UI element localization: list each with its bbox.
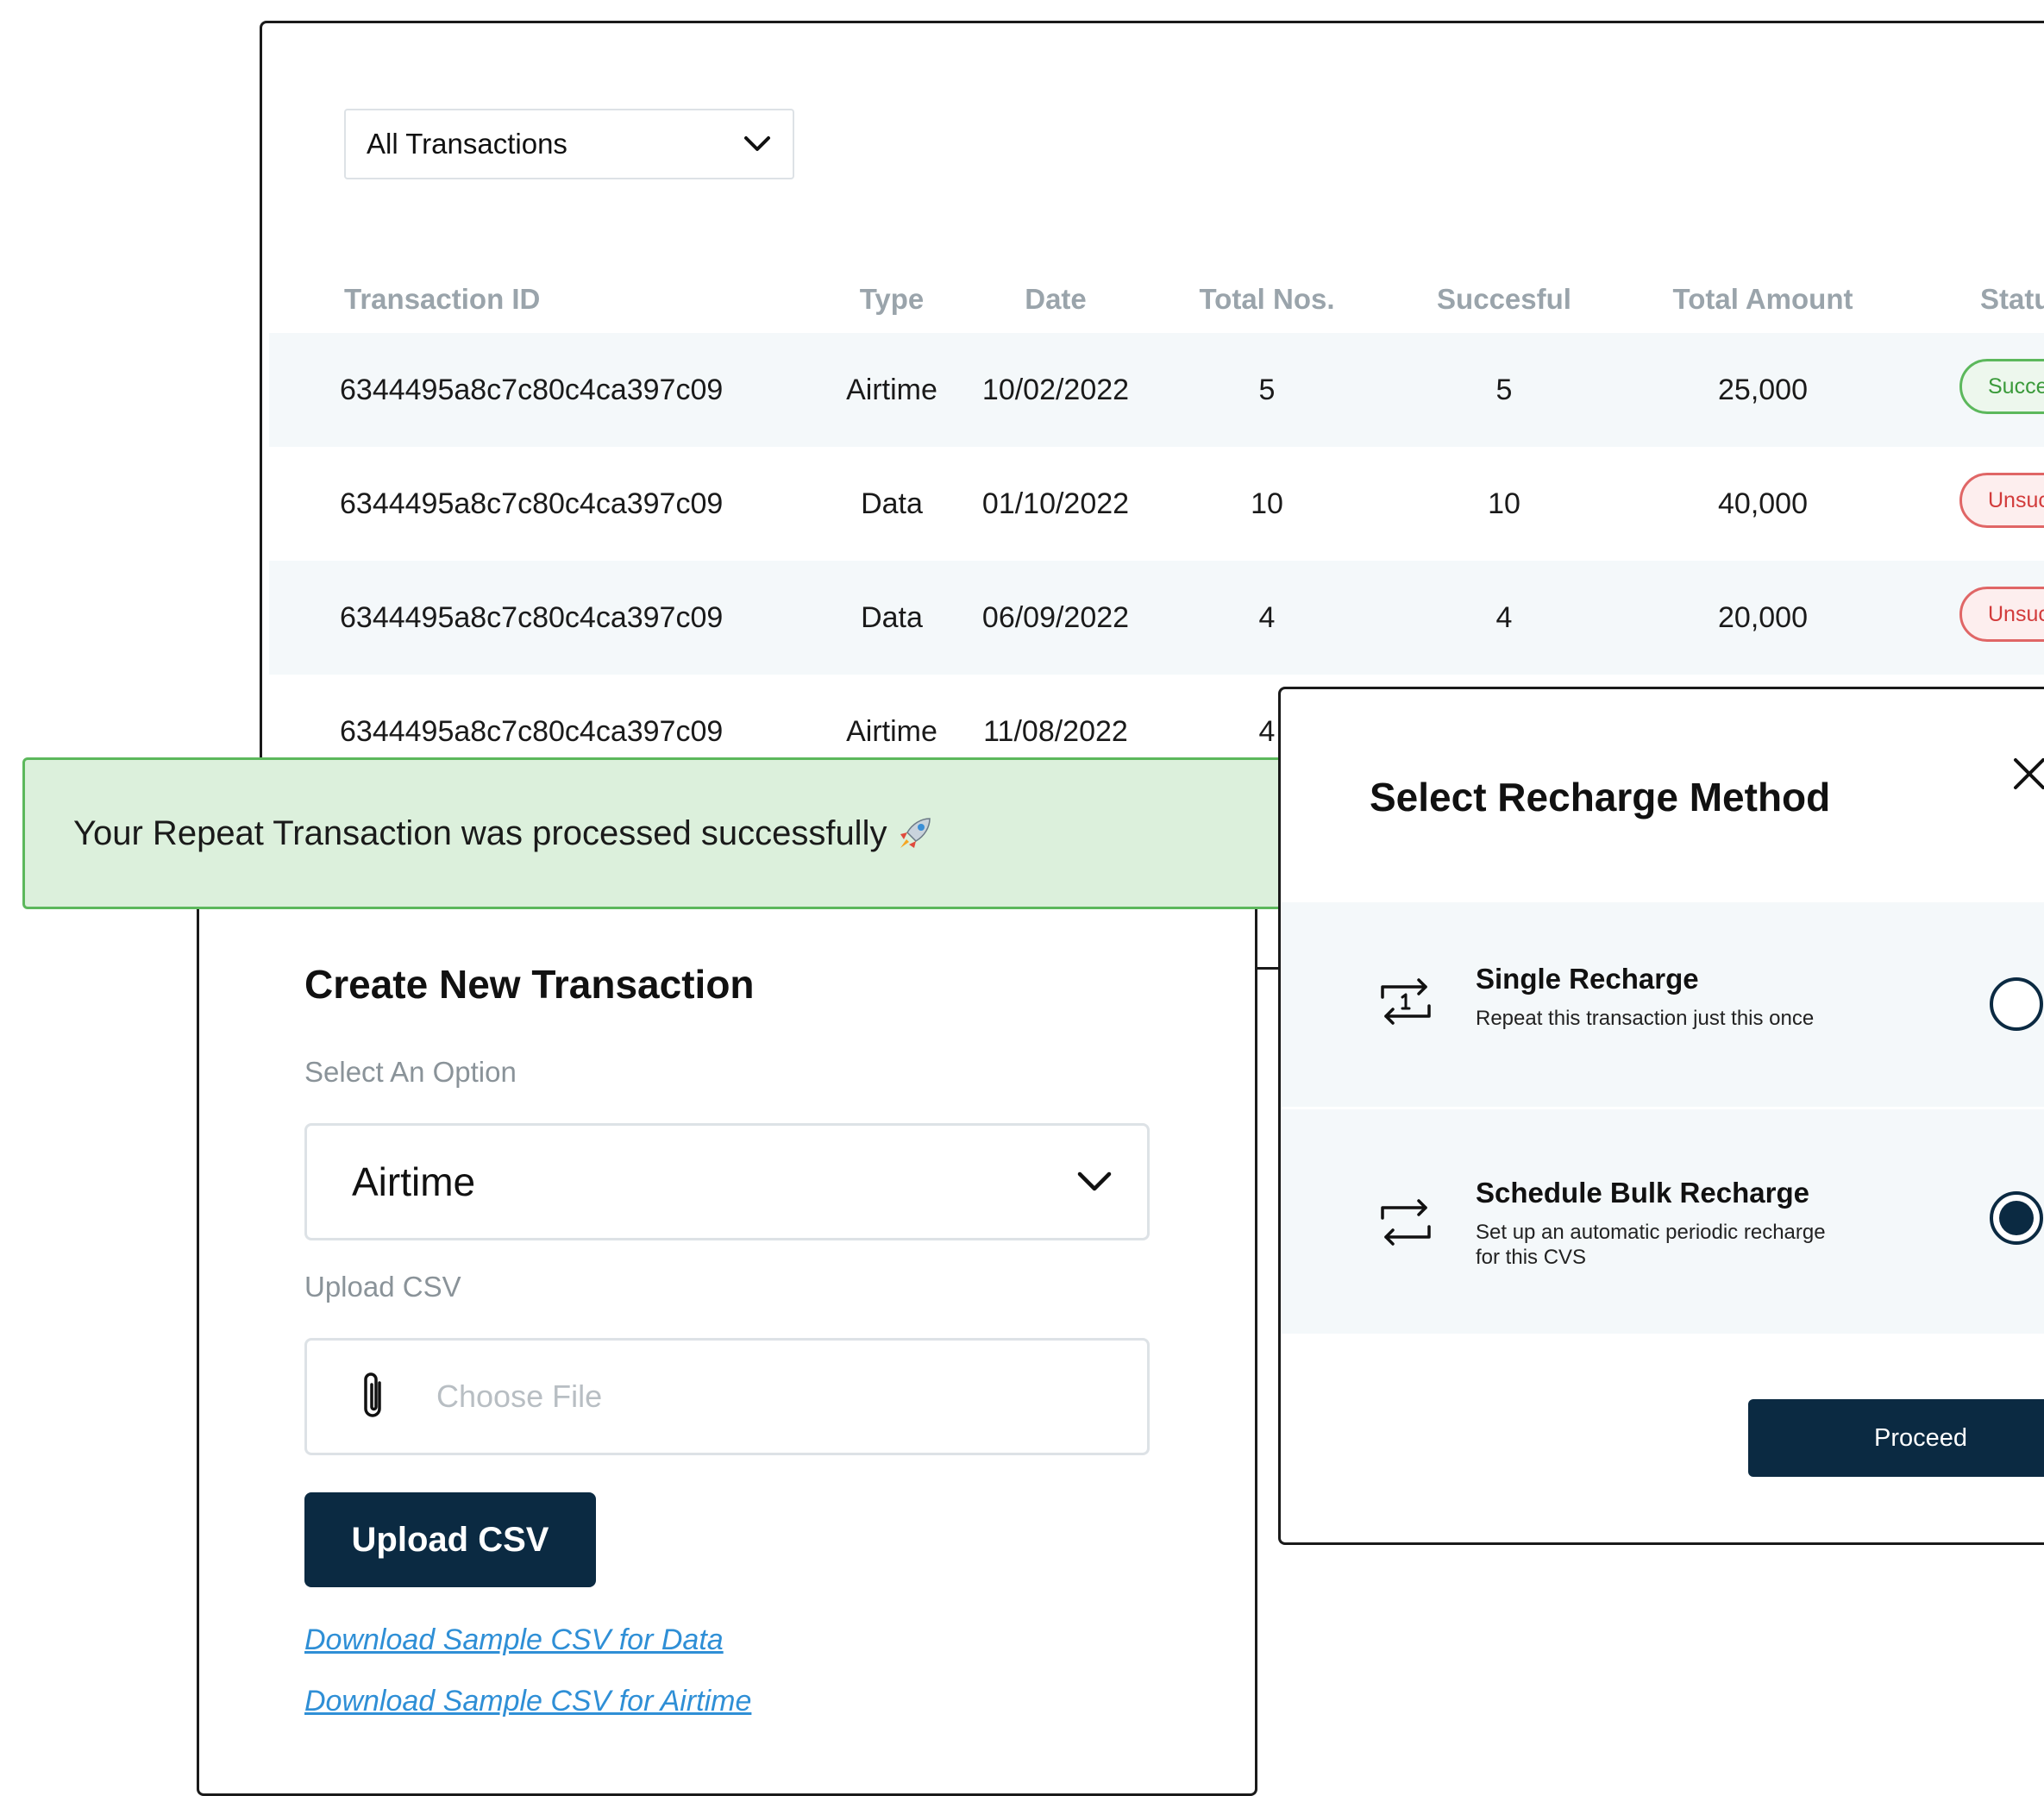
table-row[interactable]: 6344495a8c7c80c4ca397c09 Data 01/10/2022… bbox=[269, 447, 2044, 561]
bulk-recharge-description: Set up an automatic periodic recharge fo… bbox=[1476, 1220, 1890, 1270]
cell-total-nos: 10 bbox=[1251, 487, 1283, 520]
repeat-once-icon bbox=[1381, 978, 1431, 1025]
cell-transaction-id: 6344495a8c7c80c4ca397c09 bbox=[340, 600, 724, 634]
cell-total-nos: 4 bbox=[1258, 600, 1276, 634]
filter-selected-value: All Transactions bbox=[367, 128, 567, 160]
cell-successful: 4 bbox=[1495, 600, 1513, 634]
cell-successful: 5 bbox=[1495, 373, 1513, 406]
toast-message: Your Repeat Transaction was processed su… bbox=[73, 813, 887, 852]
chevron-down-icon bbox=[1077, 1171, 1112, 1191]
single-recharge-radio[interactable] bbox=[1990, 977, 2043, 1031]
cell-date: 10/02/2022 bbox=[981, 373, 1130, 406]
column-header-successful: Succesful bbox=[1437, 283, 1571, 315]
column-header-type: Type bbox=[859, 283, 925, 315]
select-option-label: Select An Option bbox=[304, 1056, 517, 1088]
modal-title: Select Recharge Method bbox=[1370, 775, 1831, 820]
single-recharge-title: Single Recharge bbox=[1476, 963, 1699, 995]
success-toast: Your Repeat Transaction was processed su… bbox=[22, 757, 1292, 909]
status-badge: Unsuccessful bbox=[1959, 587, 2044, 642]
file-placeholder: Choose File bbox=[436, 1378, 603, 1414]
column-header-transaction-id: Transaction ID bbox=[344, 283, 541, 315]
repeat-icon bbox=[1381, 1199, 1431, 1246]
bulk-recharge-description-line1: Set up an automatic periodic recharge bbox=[1476, 1221, 1826, 1244]
schedule-bulk-recharge-option[interactable]: Schedule Bulk Recharge Set up an automat… bbox=[1281, 1109, 2044, 1334]
cell-type: Data bbox=[861, 600, 923, 634]
proceed-button[interactable]: Proceed bbox=[1748, 1399, 2044, 1477]
column-header-date: Date bbox=[1025, 283, 1087, 315]
cell-date: 01/10/2022 bbox=[981, 487, 1130, 520]
cell-total-amount: 40,000 bbox=[1718, 487, 1808, 520]
column-header-total-nos: Total Nos. bbox=[1199, 283, 1335, 315]
cell-type: Airtime bbox=[846, 373, 937, 406]
table-row[interactable]: 6344495a8c7c80c4ca397c09 Data 06/09/2022… bbox=[269, 561, 2044, 675]
cell-type: Data bbox=[861, 487, 923, 520]
csv-file-input[interactable]: Choose File bbox=[304, 1338, 1150, 1455]
single-recharge-description: Repeat this transaction just this once bbox=[1476, 1007, 1815, 1030]
bulk-recharge-radio[interactable] bbox=[1990, 1191, 2043, 1245]
single-recharge-option[interactable]: Single Recharge Repeat this transaction … bbox=[1281, 902, 2044, 1107]
cell-transaction-id: 6344495a8c7c80c4ca397c09 bbox=[340, 373, 724, 406]
download-sample-data-link[interactable]: Download Sample CSV for Data bbox=[304, 1623, 724, 1657]
column-header-status: Status bbox=[1980, 283, 2044, 315]
cell-date: 06/09/2022 bbox=[981, 600, 1130, 634]
bulk-recharge-description-line2: for this CVS bbox=[1476, 1246, 1587, 1269]
table-row[interactable]: 6344495a8c7c80c4ca397c09 Airtime 10/02/2… bbox=[269, 333, 2044, 447]
transaction-type-select[interactable]: Airtime bbox=[304, 1123, 1150, 1240]
bulk-recharge-title: Schedule Bulk Recharge bbox=[1476, 1177, 1809, 1209]
paperclip-icon bbox=[364, 1372, 381, 1417]
create-transaction-panel: Create New Transaction Select An Option … bbox=[197, 909, 1257, 1796]
upload-csv-button[interactable]: Upload CSV bbox=[304, 1492, 596, 1587]
transaction-type-value: Airtime bbox=[352, 1159, 476, 1204]
transaction-filter-dropdown[interactable]: All Transactions bbox=[344, 109, 794, 179]
cell-transaction-id: 6344495a8c7c80c4ca397c09 bbox=[340, 487, 724, 520]
create-transaction-title: Create New Transaction bbox=[304, 962, 755, 1007]
column-header-total-amount: Total Amount bbox=[1672, 283, 1853, 315]
rocket-icon bbox=[895, 813, 935, 853]
chevron-down-icon bbox=[744, 136, 770, 151]
cell-total-amount: 20,000 bbox=[1718, 600, 1808, 634]
status-badge: Unsuccessful bbox=[1959, 473, 2044, 528]
upload-csv-label: Upload CSV bbox=[304, 1271, 461, 1303]
cell-total-amount: 25,000 bbox=[1718, 373, 1808, 406]
close-icon[interactable] bbox=[2005, 750, 2044, 798]
cell-successful: 10 bbox=[1488, 487, 1520, 520]
recharge-method-modal: Select Recharge Method Single Recharge R… bbox=[1278, 687, 2044, 1545]
cell-total-nos: 5 bbox=[1258, 373, 1276, 406]
status-badge: Successful bbox=[1959, 359, 2044, 414]
download-sample-airtime-link[interactable]: Download Sample CSV for Airtime bbox=[304, 1685, 751, 1718]
